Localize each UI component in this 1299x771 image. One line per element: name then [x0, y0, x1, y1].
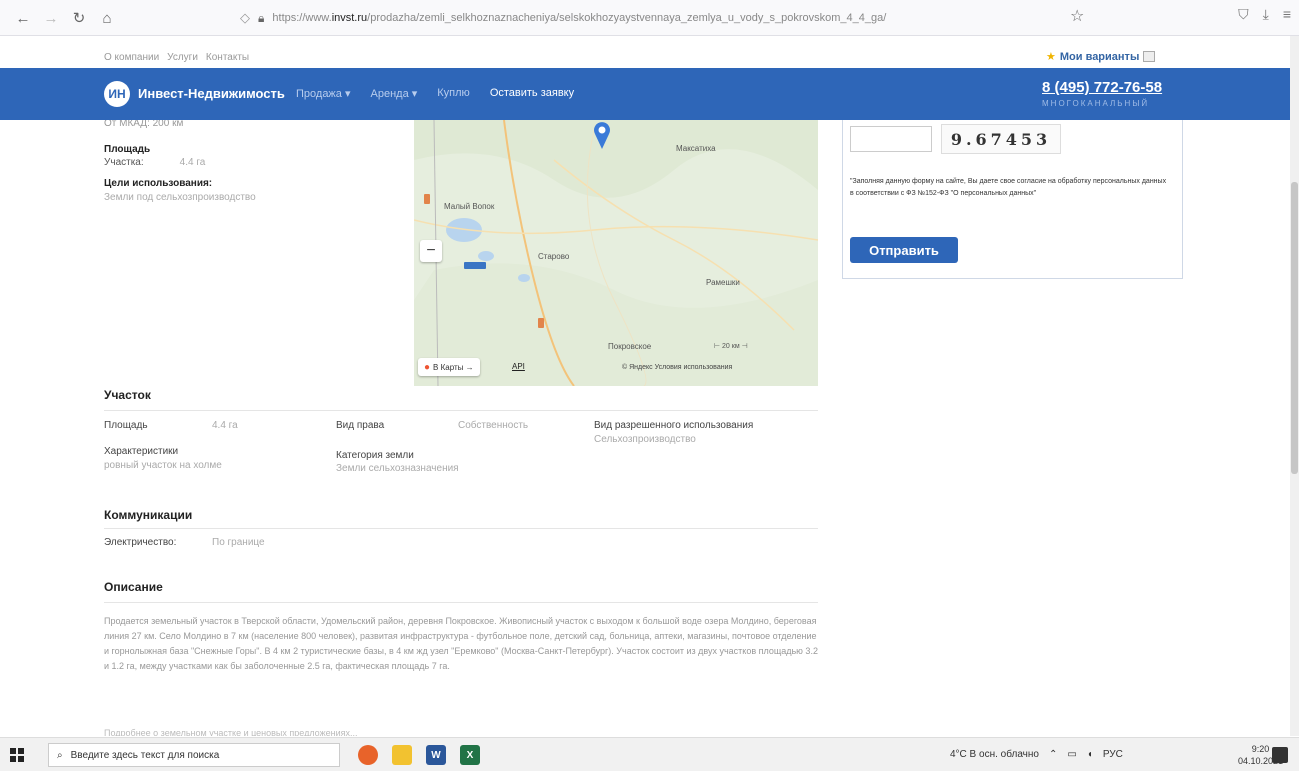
divider	[104, 410, 818, 411]
forward-icon[interactable]: →	[38, 5, 64, 31]
firefox-icon[interactable]	[358, 745, 378, 765]
menu-sale[interactable]: Продажа ▾	[296, 87, 351, 100]
url-prefix: https://www.	[272, 12, 332, 24]
description-text: Продается земельный участок в Тверской о…	[104, 616, 818, 671]
top-link-services[interactable]: Услуги	[167, 52, 198, 63]
language-indicator[interactable]: РУС	[1103, 749, 1123, 760]
chevron-up-icon[interactable]: ⌃	[1049, 749, 1057, 760]
distance-row-cut: От МКАД: 200 км	[104, 120, 184, 129]
right-label: Вид права	[336, 420, 385, 431]
map-copyright[interactable]: © Яндекс Условия использования	[622, 364, 732, 371]
zoom-out-button[interactable]: −	[420, 240, 442, 262]
star-icon: ★	[1046, 51, 1056, 63]
map-label-pokrovskoe: Покровское	[608, 342, 652, 351]
open-in-maps-button[interactable]: ● В Карты →	[418, 358, 480, 376]
favorites-label: Мои варианты	[1059, 50, 1140, 63]
usage-label: Вид разрешенного использования	[594, 420, 754, 431]
menu-request[interactable]: Оставить заявку	[490, 87, 574, 100]
phone-subtitle: МНОГОКАНАЛЬНЫЙ	[1042, 99, 1150, 108]
weather-text[interactable]: 4°C В осн. облачно	[950, 749, 1039, 760]
land-category-value: Земли сельхозназначения	[336, 463, 459, 474]
home-icon[interactable]: ⌂	[94, 5, 120, 31]
plot-label: Участка:	[104, 157, 144, 168]
area-value: 4.4 га	[212, 420, 238, 431]
url-path: /prodazha/zemli_selkhoznaznacheniya/sels…	[367, 12, 887, 24]
windows-taskbar: ⌕ Введите здесь текст для поиска W X 4°C…	[0, 737, 1299, 771]
address-bar[interactable]: ◇ 🔒︎ https://www. invst.ru/prodazha/zemli…	[240, 6, 1000, 30]
map-scale: ⊢ 20 км ⊣	[714, 343, 748, 350]
purpose-heading: Цели использования:	[104, 178, 213, 189]
download-icon[interactable]: ⤓	[1263, 6, 1269, 23]
land-category-label: Категория земли	[336, 450, 414, 461]
yandex-map[interactable]: Максатиха Малый Вопок Старово Рамешки По…	[414, 120, 818, 386]
url-host: invst.ru	[331, 12, 368, 24]
menu-rent[interactable]: Аренда ▾	[371, 87, 418, 100]
word-icon[interactable]: W	[426, 745, 446, 765]
top-link-contacts[interactable]: Контакты	[206, 52, 249, 63]
volume-icon[interactable]: ◖	[1087, 749, 1093, 760]
browser-toolbar: ← → ↻ ⌂ ◇ 🔒︎ https://www. invst.ru/prodaz…	[0, 0, 1299, 36]
description-title: Описание	[104, 580, 163, 594]
consent-text: "Заполняя данную форму на сайте, Вы дает…	[850, 178, 1167, 197]
maps-pin-icon: ●	[424, 361, 431, 373]
scrollbar-thumb[interactable]	[1291, 182, 1298, 474]
notifications-icon[interactable]	[1272, 747, 1288, 763]
logo-icon[interactable]: ИН	[104, 81, 130, 107]
system-tray: 4°C В осн. облачно ⌃ ▭ ◖ РУС	[950, 749, 1123, 760]
favorites-link[interactable]: ★ Мои варианты	[1046, 50, 1156, 63]
file-explorer-icon[interactable]	[392, 745, 412, 765]
favorites-count-icon	[1143, 51, 1156, 62]
electricity-value: По границе	[212, 537, 265, 548]
search-icon: ⌕	[57, 749, 63, 761]
characteristics-label: Характеристики	[104, 446, 179, 457]
divider	[104, 528, 818, 529]
top-link-about[interactable]: О компании	[104, 52, 159, 63]
purpose-value: Земли под сельхозпроизводство	[104, 192, 256, 203]
submit-button[interactable]: Отправить	[850, 237, 958, 263]
taskbar-search-placeholder: Введите здесь текст для поиска	[70, 749, 220, 761]
site-topline: О компании Услуги Контакты ★ Мои вариант…	[0, 46, 1290, 68]
right-value: Собственность	[458, 420, 529, 431]
map-label-rameshki: Рамешки	[706, 278, 740, 287]
map-label-starovo: Старово	[538, 252, 570, 261]
excel-icon[interactable]: X	[460, 745, 480, 765]
back-icon[interactable]: ←	[10, 5, 36, 31]
plot-section-title: Участок	[104, 388, 151, 402]
windows-start-icon[interactable]	[10, 748, 24, 762]
phone-link[interactable]: 8 (495) 772-76-58	[1042, 79, 1162, 96]
pocket-icon[interactable]: ⛉	[1238, 6, 1249, 23]
logo-text[interactable]: Инвест-Недвижимость	[138, 86, 285, 101]
location-pin-icon[interactable]	[592, 120, 612, 150]
taskbar-search[interactable]: ⌕ Введите здесь текст для поиска	[48, 743, 340, 767]
menu-icon[interactable]: ≡	[1283, 6, 1291, 23]
reload-icon[interactable]: ↻	[66, 5, 92, 31]
map-api-link[interactable]: API	[512, 362, 525, 371]
lock-icon[interactable]: 🔒︎	[258, 11, 264, 26]
area-label: Площадь	[104, 420, 148, 431]
captcha-image: 9.67453	[941, 124, 1061, 154]
captcha-input[interactable]	[850, 126, 932, 152]
map-label-maksatikha: Максатиха	[676, 144, 716, 153]
open-in-maps-label: В Карты →	[433, 362, 474, 372]
description-more[interactable]: Подробнее о земельном участке и ценовых …	[104, 728, 357, 736]
electricity-label: Электричество:	[104, 537, 177, 548]
area-heading: Площадь	[104, 144, 151, 155]
plot-value: 4.4 га	[179, 157, 206, 168]
site-navbar: ИН Инвест-Недвижимость Продажа ▾ Аренда …	[0, 68, 1290, 120]
map-label-vopok: Малый Вопок	[444, 202, 495, 211]
bookmark-star-icon[interactable]: ☆	[1070, 6, 1084, 26]
usage-value: Сельхозпроизводство	[594, 434, 696, 445]
menu-buy[interactable]: Куплю	[437, 87, 470, 100]
page-scrollbar[interactable]	[1290, 36, 1299, 736]
tracking-shield-icon[interactable]: ◇	[240, 10, 250, 26]
characteristics-value: ровный участок на холме	[104, 460, 222, 471]
divider	[104, 602, 818, 603]
communications-title: Коммуникации	[104, 508, 193, 522]
network-icon[interactable]: ▭	[1067, 749, 1076, 760]
request-form: 9.67453 "Заполняя данную форму на сайте,…	[842, 120, 1183, 279]
object-summary: От МКАД: 200 км Площадь Участка: 4.4 га …	[104, 120, 404, 203]
